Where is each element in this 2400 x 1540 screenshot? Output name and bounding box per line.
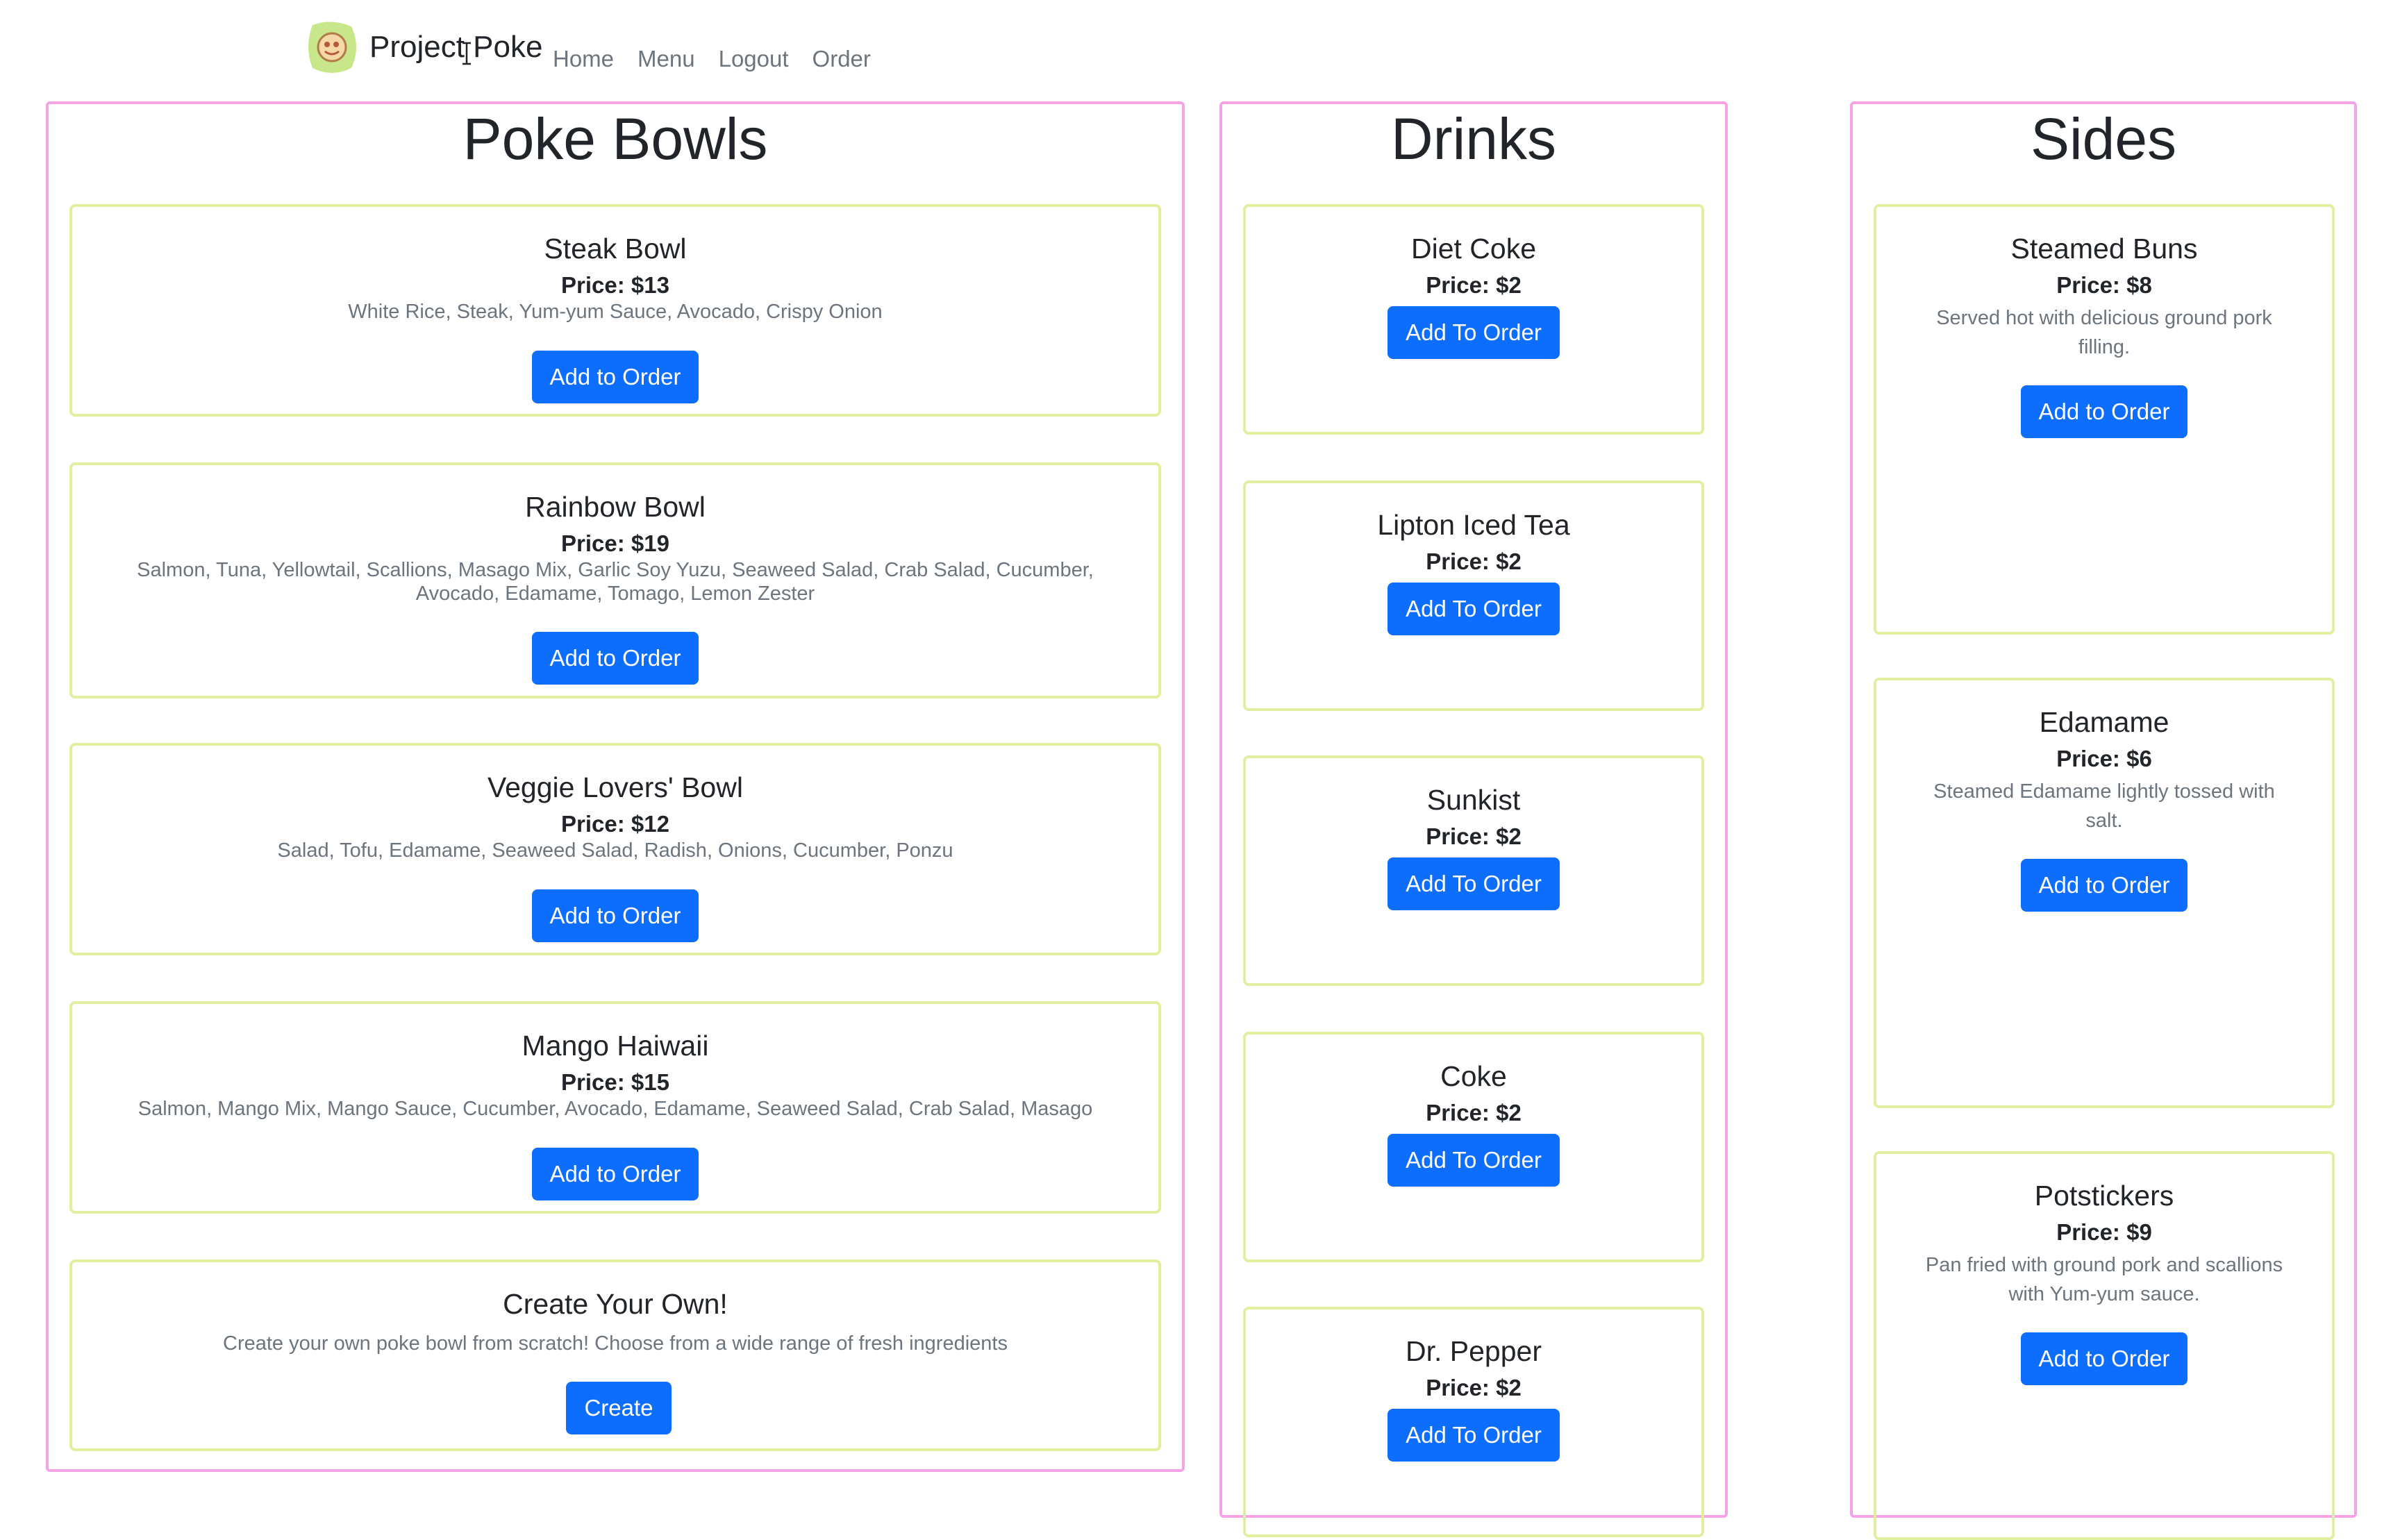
menu-card-steak-bowl: Steak Bowl Price: $13 White Rice, Steak,… <box>69 204 1161 417</box>
nav-home-link[interactable]: Home <box>553 46 614 72</box>
item-price: Price: $2 <box>1426 1100 1522 1126</box>
add-to-order-button[interactable]: Add To Order <box>1388 857 1560 911</box>
top-navbar: Project Poke Home Menu Logout Order <box>0 0 2400 90</box>
item-name: Steak Bowl <box>544 233 687 265</box>
add-to-order-button[interactable]: Add to Order <box>2020 859 2188 912</box>
brand-name: Project Poke <box>369 30 543 64</box>
item-name: Create Your Own! <box>503 1288 728 1320</box>
item-name: Potstickers <box>2034 1180 2174 1212</box>
nav-logout-link[interactable]: Logout <box>719 46 789 72</box>
poke-bowls-section: Poke Bowls Steak Bowl Price: $13 White R… <box>46 101 1185 1472</box>
item-name: Coke <box>1440 1060 1507 1092</box>
item-price: Price: $2 <box>1426 549 1522 575</box>
add-to-order-button[interactable]: Add to Order <box>531 632 699 685</box>
add-to-order-button[interactable]: Add to Order <box>531 1147 699 1200</box>
nav-menu-link[interactable]: Menu <box>638 46 695 72</box>
menu-card-diet-coke: Diet Coke Price: $2 Add To Order <box>1243 204 1704 435</box>
nav-links: Home Menu Logout Order <box>553 46 871 72</box>
menu-card-coke: Coke Price: $2 Add To Order <box>1243 1032 1704 1262</box>
item-price: Price: $13 <box>561 272 669 299</box>
item-name: Steamed Buns <box>2010 233 2198 265</box>
poke-logo-icon <box>308 22 356 74</box>
text-cursor-icon <box>462 42 471 65</box>
drinks-heading: Drinks <box>1390 106 1556 171</box>
item-description: Salmon, Tuna, Yellowtail, Scallions, Mas… <box>137 559 1094 605</box>
item-name: Diet Coke <box>1410 233 1536 265</box>
item-name: Rainbow Bowl <box>525 491 706 523</box>
poke-bowls-heading: Poke Bowls <box>462 106 768 171</box>
item-price: Price: $12 <box>561 811 669 837</box>
item-description: Create your own poke bowl from scratch! … <box>223 1332 1008 1355</box>
menu-card-steamed-buns: Steamed Buns Price: $8 Served hot with d… <box>1874 204 2335 635</box>
menu-card-dr-pepper: Dr. Pepper Price: $2 Add To Order <box>1243 1307 1704 1537</box>
item-price: Price: $15 <box>561 1069 669 1096</box>
menu-card-veggie-lovers-bowl: Veggie Lovers' Bowl Price: $12 Salad, To… <box>69 743 1161 955</box>
item-description: Salmon, Mango Mix, Mango Sauce, Cucumber… <box>138 1098 1093 1121</box>
sides-heading: Sides <box>2030 106 2177 171</box>
item-name: Mango Haiwaii <box>522 1030 709 1062</box>
item-price: Price: $2 <box>1426 1375 1522 1401</box>
menu-card-sunkist: Sunkist Price: $2 Add To Order <box>1243 755 1704 986</box>
menu-card-mango-haiwaii: Mango Haiwaii Price: $15 Salmon, Mango M… <box>69 1001 1161 1214</box>
add-to-order-button[interactable]: Add to Order <box>531 889 699 942</box>
add-to-order-button[interactable]: Add To Order <box>1388 1134 1560 1187</box>
item-name: Sunkist <box>1426 784 1521 816</box>
menu-card-rainbow-bowl: Rainbow Bowl Price: $19 Salmon, Tuna, Ye… <box>69 462 1161 698</box>
item-description: Pan fried with ground pork and scallions… <box>1925 1254 2283 1306</box>
menu-card-edamame: Edamame Price: $6 Steamed Edamame lightl… <box>1874 678 2335 1108</box>
add-to-order-button[interactable]: Add to Order <box>2020 1332 2188 1386</box>
add-to-order-button[interactable]: Add To Order <box>1388 306 1560 360</box>
menu-card-potstickers: Potstickers Price: $9 Pan fried with gro… <box>1874 1151 2335 1540</box>
add-to-order-button[interactable]: Add to Order <box>2020 385 2188 439</box>
item-price: Price: $2 <box>1426 272 1522 299</box>
item-name: Lipton Iced Tea <box>1377 509 1570 541</box>
add-to-order-button[interactable]: Add To Order <box>1388 583 1560 636</box>
add-to-order-button[interactable]: Add To Order <box>1388 1409 1560 1462</box>
item-name: Veggie Lovers' Bowl <box>488 771 743 803</box>
item-description: Served hot with delicious ground pork fi… <box>1936 307 2272 359</box>
item-price: Price: $9 <box>2056 1219 2152 1246</box>
menu-card-lipton-iced-tea: Lipton Iced Tea Price: $2 Add To Order <box>1243 480 1704 711</box>
menu-card-create-your-own: Create Your Own! Create your own poke bo… <box>69 1259 1161 1451</box>
item-name: Edamame <box>2039 706 2169 738</box>
item-name: Dr. Pepper <box>1406 1335 1542 1367</box>
item-description: White Rice, Steak, Yum-yum Sauce, Avocad… <box>348 301 883 324</box>
add-to-order-button[interactable]: Add to Order <box>531 350 699 403</box>
item-description: Salad, Tofu, Edamame, Seaweed Salad, Rad… <box>277 839 953 862</box>
create-button[interactable]: Create <box>566 1382 672 1435</box>
item-price: Price: $6 <box>2056 746 2152 772</box>
nav-order-link[interactable]: Order <box>812 46 871 72</box>
item-price: Price: $19 <box>561 530 669 557</box>
drinks-section: Drinks Diet Coke Price: $2 Add To Order … <box>1219 101 1728 1537</box>
brand-link[interactable]: Project Poke <box>306 19 542 75</box>
sides-section: Sides Steamed Buns Price: $8 Served hot … <box>1850 101 2357 1540</box>
item-price: Price: $8 <box>2056 272 2152 299</box>
item-description: Steamed Edamame lightly tossed with salt… <box>1933 780 2275 832</box>
item-price: Price: $2 <box>1426 823 1522 850</box>
